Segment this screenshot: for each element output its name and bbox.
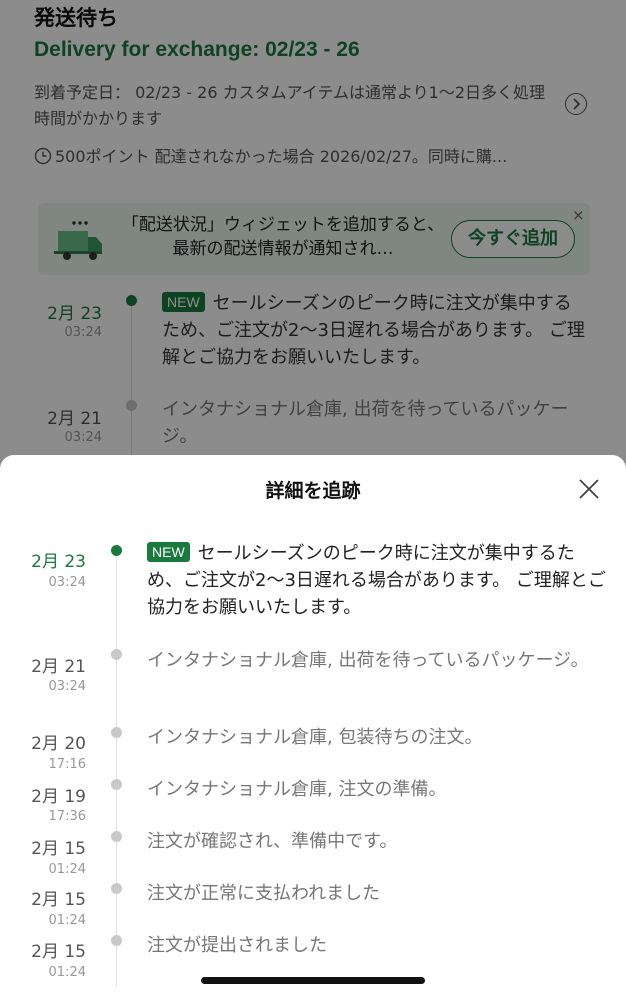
event-date: 2月 23 <box>31 552 86 572</box>
event-message: セールシーズンのピーク時に注文が集中するため、ご注文が2〜3日遅れる場合がありま… <box>147 543 606 618</box>
event-text: インタナショナル倉庫, 出荷を待っているパッケージ。 <box>147 650 589 671</box>
event-time: 03:24 <box>48 575 86 590</box>
timeline-dot <box>111 831 122 842</box>
timeline-dot <box>111 883 122 894</box>
timeline-line <box>116 551 117 987</box>
event-time: 17:16 <box>48 757 86 772</box>
event-text: インタナショナル倉庫, 包装待ちの注文。 <box>147 727 483 748</box>
timeline-dot <box>111 779 122 790</box>
event-time: 01:24 <box>48 913 86 928</box>
new-badge: NEW <box>147 542 190 562</box>
timeline-dot <box>111 935 122 946</box>
modal-overlay[interactable] <box>0 0 626 470</box>
event-date: 2月 15 <box>31 890 86 910</box>
event-text: NEW セールシーズンのピーク時に注文が集中するため、ご注文が2〜3日遅れる場合が… <box>147 540 607 621</box>
close-icon[interactable] <box>578 478 600 500</box>
event-time: 01:24 <box>48 965 86 980</box>
event-text: 注文が提出されました <box>147 935 327 956</box>
event-text: インタナショナル倉庫, 注文の準備。 <box>147 779 447 800</box>
event-date: 2月 15 <box>31 942 86 962</box>
event-date: 2月 19 <box>31 787 86 807</box>
event-date: 2月 15 <box>31 839 86 859</box>
event-time: 01:24 <box>48 862 86 877</box>
home-indicator[interactable] <box>201 977 425 984</box>
sheet-title: 詳細を追跡 <box>265 480 361 502</box>
event-time: 03:24 <box>48 679 86 694</box>
timeline-dot <box>111 545 122 556</box>
timeline-dot <box>111 649 122 660</box>
event-date: 2月 21 <box>31 657 86 677</box>
event-date: 2月 20 <box>31 734 86 754</box>
event-text: 注文が正常に支払われました <box>147 883 381 904</box>
timeline-dot <box>111 727 122 738</box>
event-text: 注文が確認され、準備中です。 <box>147 831 398 852</box>
event-time: 17:36 <box>48 809 86 824</box>
